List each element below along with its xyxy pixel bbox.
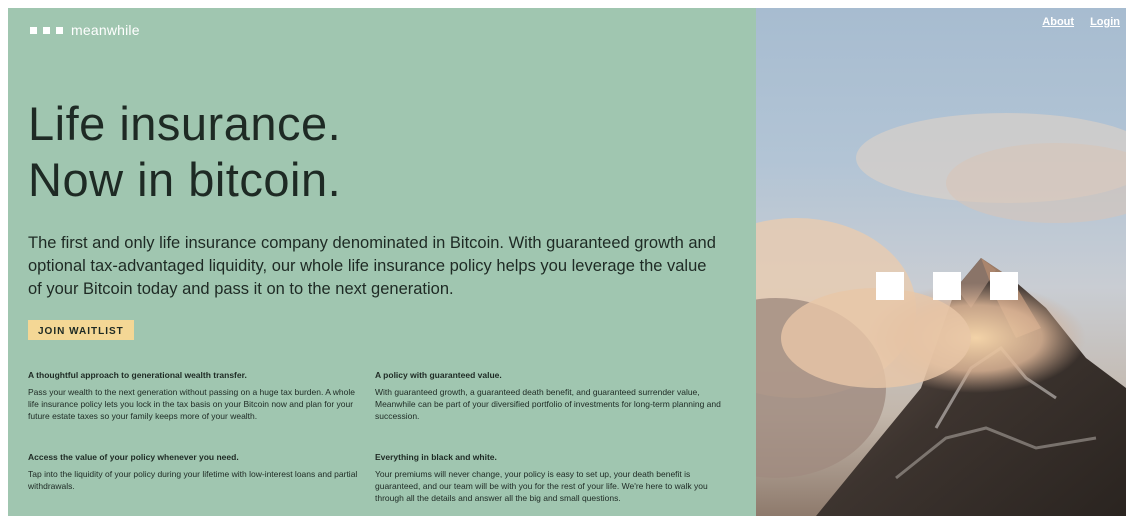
nav-about-link[interactable]: About: [1042, 16, 1074, 28]
feature-block: Everything in black and white. Your prem…: [375, 452, 730, 504]
hero-panel: meanwhile Life insurance. Now in bitcoin…: [8, 8, 756, 516]
logo-square-icon: [43, 26, 50, 34]
feature-body: With guaranteed growth, a guaranteed dea…: [375, 387, 721, 421]
hero-subcopy: The first and only life insurance compan…: [28, 234, 716, 298]
hero-title: Life insurance. Now in bitcoin.: [28, 96, 341, 208]
hero-title-line-2: Now in bitcoin.: [28, 153, 342, 206]
feature-body: Tap into the liquidity of your policy du…: [28, 469, 358, 491]
hero-title-line-1: Life insurance.: [28, 97, 342, 150]
top-nav: About Login: [1042, 16, 1120, 28]
feature-title: Everything in black and white.: [375, 452, 497, 462]
logo-square-icon: [30, 26, 37, 34]
feature-block: Access the value of your policy whenever…: [28, 452, 368, 492]
brand-squares-overlay: [876, 272, 1018, 300]
feature-body: Your premiums will never change, your po…: [375, 469, 708, 503]
feature-body: Pass your wealth to the next generation …: [28, 387, 355, 421]
feature-title: A policy with guaranteed value.: [375, 370, 502, 380]
square-icon: [990, 272, 1018, 300]
logo-wordmark: meanwhile: [71, 22, 140, 38]
square-icon: [933, 272, 961, 300]
mountain-photo: [756, 113, 1126, 516]
feature-block: A thoughtful approach to generational we…: [28, 370, 368, 422]
mountain-photo-panel: About Login: [756, 8, 1126, 516]
feature-title: A thoughtful approach to generational we…: [28, 370, 247, 380]
join-waitlist-button[interactable]: JOIN WAITLIST: [28, 320, 134, 340]
square-icon: [876, 272, 904, 300]
nav-login-link[interactable]: Login: [1090, 16, 1120, 28]
feature-block: A policy with guaranteed value. With gua…: [375, 370, 730, 422]
brand-logo[interactable]: meanwhile: [30, 22, 140, 38]
feature-title: Access the value of your policy whenever…: [28, 452, 239, 462]
logo-square-icon: [56, 26, 63, 34]
